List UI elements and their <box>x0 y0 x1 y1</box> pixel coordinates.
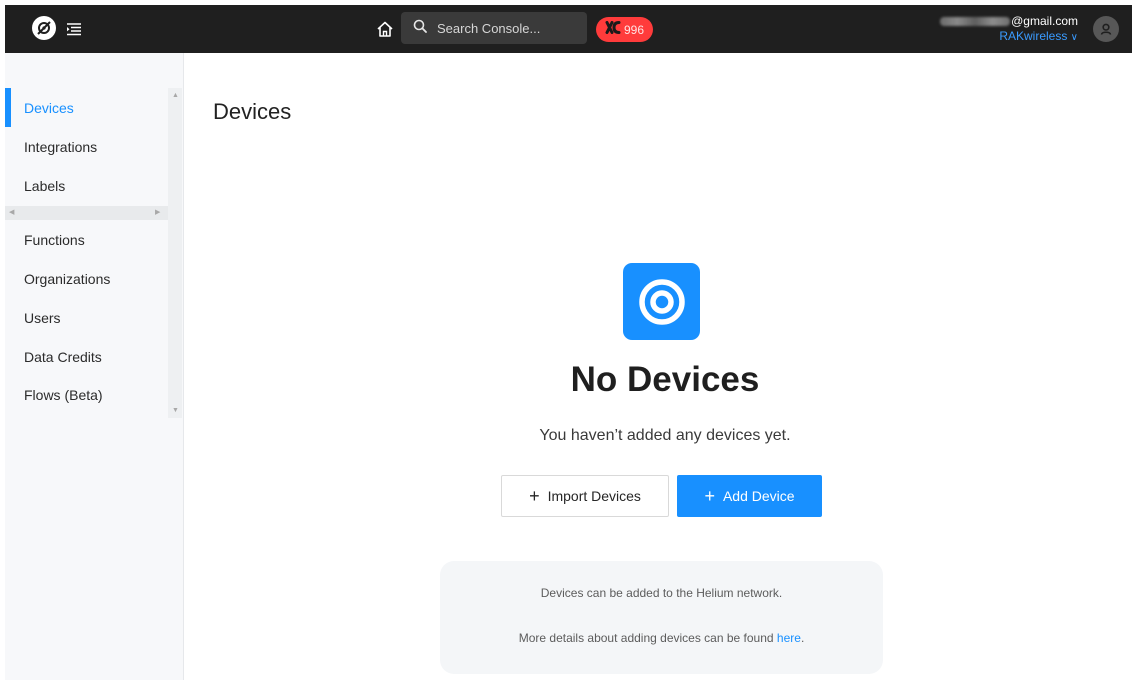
chevron-down-icon: ∨ <box>1070 32 1078 43</box>
sidebar-item-label: Integrations <box>24 138 98 155</box>
add-device-button[interactable]: + Add Device <box>677 475 822 517</box>
help-link[interactable]: here <box>777 631 801 645</box>
scroll-down-icon[interactable]: ▼ <box>172 407 179 414</box>
sidebar-item-labels[interactable]: Labels <box>5 166 168 205</box>
top-bar: Search Console... 996 @gmail.com RAKwire… <box>5 5 1132 53</box>
sidebar-item-label: Labels <box>24 177 66 194</box>
account-email: @gmail.com <box>940 14 1078 28</box>
plus-icon: + <box>704 486 715 506</box>
sidebar-vertical-scrollbar[interactable]: ▲ ▼ <box>168 88 182 418</box>
sidebar-item-label: Organizations <box>24 270 111 287</box>
data-credits-count: 996 <box>623 22 645 37</box>
organization-name: RAKwireless <box>999 29 1068 43</box>
sidebar-item-data-credits[interactable]: Data Credits <box>5 337 168 376</box>
info-details-suffix: . <box>800 631 805 645</box>
sidebar-item-integrations[interactable]: Integrations <box>5 127 168 166</box>
sidebar-item-devices[interactable]: Devices <box>5 88 168 127</box>
sidebar-item-users[interactable]: Users <box>5 298 168 337</box>
data-credits-badge[interactable]: 996 <box>596 17 653 42</box>
import-devices-label: Import Devices <box>547 488 641 504</box>
sidebar-horizontal-scrollbar[interactable]: ◀ ▶ <box>5 206 168 220</box>
info-card: Devices can be added to the Helium netwo… <box>440 561 883 674</box>
sidebar-item-label: Users <box>24 309 61 326</box>
helium-logo-icon[interactable] <box>32 16 56 40</box>
devices-target-icon <box>623 263 700 340</box>
sidebar-item-organizations[interactable]: Organizations <box>5 259 168 298</box>
sidebar: Devices Integrations Labels Functions Or… <box>5 53 184 680</box>
home-icon[interactable] <box>374 18 396 40</box>
page-title: Devices <box>213 99 292 124</box>
data-credits-icon <box>605 20 621 39</box>
info-details-prefix: More details about adding devices can be… <box>518 631 777 645</box>
search-input[interactable]: Search Console... <box>401 12 587 44</box>
redacted-email-mask <box>940 16 1011 26</box>
search-icon <box>413 19 427 38</box>
sidebar-item-functions[interactable]: Functions <box>5 220 168 259</box>
info-details-text: More details about adding devices can be… <box>440 631 883 645</box>
menu-toggle-icon[interactable] <box>65 20 83 38</box>
account-email-suffix: @gmail.com <box>1011 14 1078 28</box>
import-devices-button[interactable]: + Import Devices <box>501 475 669 517</box>
sidebar-item-flows[interactable]: Flows (Beta) <box>5 375 168 414</box>
app-window: Search Console... 996 @gmail.com RAKwire… <box>5 5 1132 680</box>
plus-icon: + <box>529 486 540 506</box>
account-menu[interactable]: @gmail.com RAKwireless ∨ <box>940 14 1078 46</box>
organization-switcher[interactable]: RAKwireless ∨ <box>940 28 1078 46</box>
scroll-right-icon[interactable]: ▶ <box>155 208 160 216</box>
sidebar-item-label: Data Credits <box>24 348 102 365</box>
sidebar-item-label: Functions <box>24 231 85 248</box>
sidebar-item-label: Devices <box>24 99 74 116</box>
search-placeholder: Search Console... <box>437 20 541 36</box>
info-text: Devices can be added to the Helium netwo… <box>540 586 783 600</box>
scroll-left-icon[interactable]: ◀ <box>9 208 14 216</box>
sidebar-item-label: Flows (Beta) <box>24 386 103 403</box>
scroll-up-icon[interactable]: ▲ <box>172 92 179 99</box>
add-device-label: Add Device <box>722 488 795 504</box>
empty-state-subtitle: You haven’t added any devices yet. <box>539 427 791 444</box>
empty-state-title: No Devices <box>570 360 760 399</box>
user-avatar-icon[interactable] <box>1093 16 1119 42</box>
